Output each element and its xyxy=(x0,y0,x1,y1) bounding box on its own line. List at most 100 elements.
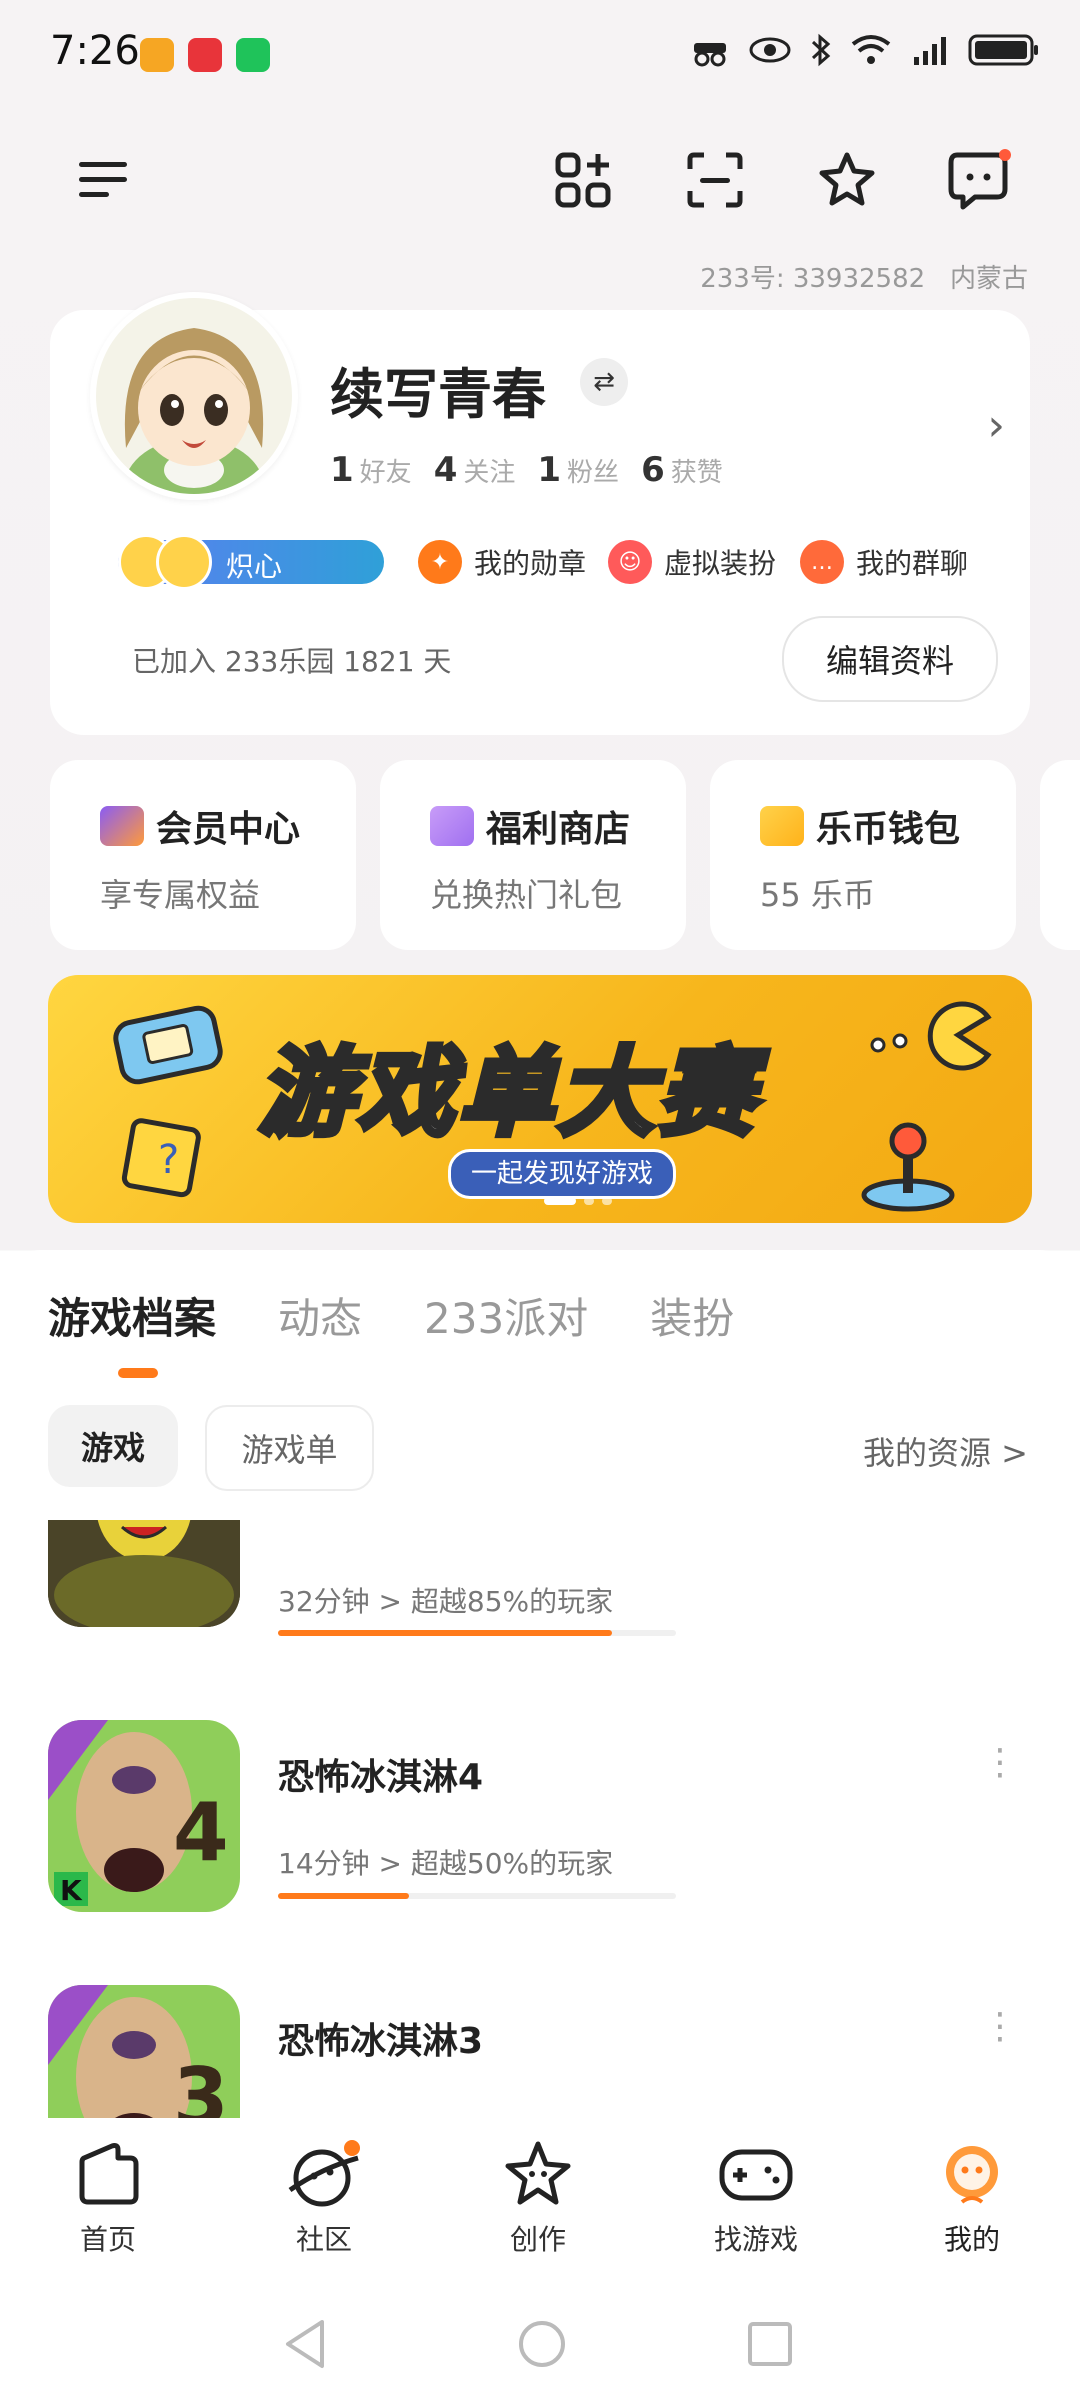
wifi-icon xyxy=(851,35,891,64)
event-banner[interactable]: ? 游戏单大赛 一起发现好游戏 xyxy=(48,975,1032,1223)
nav-label: 首页 xyxy=(79,2223,136,2256)
notification-red-icon xyxy=(188,38,222,72)
battery-icon xyxy=(968,34,1038,66)
chat-bubble-icon: … xyxy=(800,540,844,584)
subtab-games[interactable]: 游戏 xyxy=(48,1405,178,1487)
stat-friends[interactable]: 1 好友 xyxy=(330,450,412,490)
system-nav-bar xyxy=(0,2288,1080,2400)
status-icons xyxy=(690,32,1040,68)
banner-dot xyxy=(602,1197,612,1205)
pacman-icon xyxy=(870,1001,992,1071)
banner-dot xyxy=(544,1197,576,1205)
stat-label: 好友 xyxy=(359,458,412,488)
subtab-game-lists[interactable]: 游戏单 xyxy=(205,1405,374,1491)
home-circle-icon[interactable] xyxy=(516,2318,568,2370)
home-icon xyxy=(79,2143,139,2205)
switch-account-icon[interactable]: ⇄ xyxy=(580,358,628,406)
quick-link-label: 我的群聊 xyxy=(856,547,969,580)
feature-card-vip[interactable]: 会员中心 享专属权益 xyxy=(50,760,356,950)
edit-profile-button[interactable]: 编辑资料 xyxy=(782,616,998,702)
incognito-icon xyxy=(694,43,726,67)
feature-title: 福利商店 xyxy=(486,809,631,850)
scan-button[interactable] xyxy=(680,145,750,215)
banner-pagination xyxy=(544,1197,612,1205)
stat-count: 4 xyxy=(433,450,458,490)
joystick-icon xyxy=(861,1122,955,1212)
star-button[interactable] xyxy=(812,145,882,215)
game-thumbnail-image xyxy=(48,1520,240,1627)
puzzle-cube-icon: ? xyxy=(121,1118,201,1198)
feature-title: 乐币钱包 xyxy=(816,809,961,850)
star-icon xyxy=(819,152,875,206)
medal-icon: ✦ xyxy=(418,540,462,584)
quick-link-medals[interactable]: ✦ 我的勋章 xyxy=(418,540,586,584)
wink-emoji-icon xyxy=(156,534,212,590)
apps-add-icon xyxy=(555,152,611,208)
game-title[interactable]: 恐怖冰淇淋3 xyxy=(278,2012,483,2064)
feature-subtitle: 兑换热门礼包 xyxy=(430,876,623,914)
community-icon xyxy=(288,2140,360,2207)
game-thumbnail-image: 4 K xyxy=(48,1720,240,1912)
scan-icon xyxy=(687,152,743,208)
level-badge[interactable]: 炽心 xyxy=(118,534,384,590)
profile-icon xyxy=(946,2146,998,2204)
nav-mine[interactable]: 我的 xyxy=(902,2138,1042,2258)
bottom-nav: 首页 社区 创作 找游戏 我的 xyxy=(0,2118,1080,2288)
stat-likes[interactable]: 6 获赞 xyxy=(641,450,723,490)
more-options-icon[interactable]: ⋮ xyxy=(982,2006,1018,2047)
nav-label: 社区 xyxy=(295,2223,352,2256)
nav-community[interactable]: 社区 xyxy=(254,2138,394,2258)
level-badge-label: 炽心 xyxy=(226,550,283,583)
quick-link-group-chat[interactable]: … 我的群聊 xyxy=(800,540,968,584)
username[interactable]: 续写青春 xyxy=(330,350,546,429)
tab-party[interactable]: 233派对 xyxy=(424,1285,588,1346)
my-resources-link[interactable]: 我的资源 > xyxy=(863,1428,1028,1474)
game-progress-fill xyxy=(278,1630,613,1636)
create-star-icon xyxy=(505,2141,571,2205)
eye-icon xyxy=(749,37,791,63)
feature-subtitle: 享专属权益 xyxy=(100,876,261,914)
nav-home[interactable]: 首页 xyxy=(38,2138,178,2258)
game-title[interactable]: 恐怖冰淇淋4 xyxy=(278,1748,483,1800)
stat-count: 1 xyxy=(330,450,354,490)
game-thumbnail[interactable]: 3 xyxy=(48,1985,240,2118)
nav-label: 找游戏 xyxy=(713,2223,798,2256)
chevron-right-icon[interactable]: › xyxy=(987,400,1005,451)
back-icon[interactable] xyxy=(282,2318,328,2370)
feature-card-wallet[interactable]: 乐币钱包 55 乐币 xyxy=(710,760,1016,950)
message-button[interactable] xyxy=(944,145,1014,215)
tab-moments[interactable]: 动态 xyxy=(278,1285,362,1346)
nav-label: 创作 xyxy=(509,2223,566,2256)
notification-app-icon xyxy=(140,38,174,72)
game-playtime: 32分钟 > 超越85%的玩家 xyxy=(278,1585,614,1618)
cat-face-icon: ☺ xyxy=(608,540,652,584)
menu-button[interactable] xyxy=(68,145,138,215)
profile-stats: 1 好友 4 关注 1 粉丝 6 获赞 xyxy=(330,450,723,490)
user-id: 233号: 33932582 xyxy=(700,264,926,294)
handheld-console-icon xyxy=(113,1005,223,1085)
apps-add-button[interactable] xyxy=(548,145,618,215)
more-options-icon[interactable]: ⋮ xyxy=(982,1742,1018,1783)
game-progress-bar xyxy=(278,1893,676,1899)
nav-find-games[interactable]: 找游戏 xyxy=(686,2138,826,2258)
svg-text:3: 3 xyxy=(173,2051,229,2118)
bluetooth-icon xyxy=(811,33,831,67)
feature-card-shop[interactable]: 福利商店 兑换热门礼包 xyxy=(380,760,686,950)
stat-fans[interactable]: 1 粉丝 xyxy=(537,450,619,490)
nav-create[interactable]: 创作 xyxy=(468,2138,608,2258)
tab-game-archive[interactable]: 游戏档案 xyxy=(48,1285,216,1346)
svg-text:?: ? xyxy=(158,1137,179,1183)
banner-dot xyxy=(584,1197,594,1205)
menu-icon xyxy=(79,162,127,197)
game-thumbnail[interactable]: 4 K xyxy=(48,1720,240,1912)
tab-dress-up[interactable]: 装扮 xyxy=(650,1285,734,1346)
quick-link-label: 虚拟装扮 xyxy=(664,547,777,580)
signal-icon xyxy=(914,37,946,65)
avatar[interactable] xyxy=(90,292,298,500)
quick-link-avatar-dress[interactable]: ☺ 虚拟装扮 xyxy=(608,540,776,584)
game-thumbnail[interactable] xyxy=(48,1520,240,1627)
stat-following[interactable]: 4 关注 xyxy=(434,450,516,490)
feature-card-next-peek[interactable] xyxy=(1040,760,1080,950)
recents-icon[interactable] xyxy=(746,2320,794,2368)
stat-count: 1 xyxy=(537,450,562,490)
